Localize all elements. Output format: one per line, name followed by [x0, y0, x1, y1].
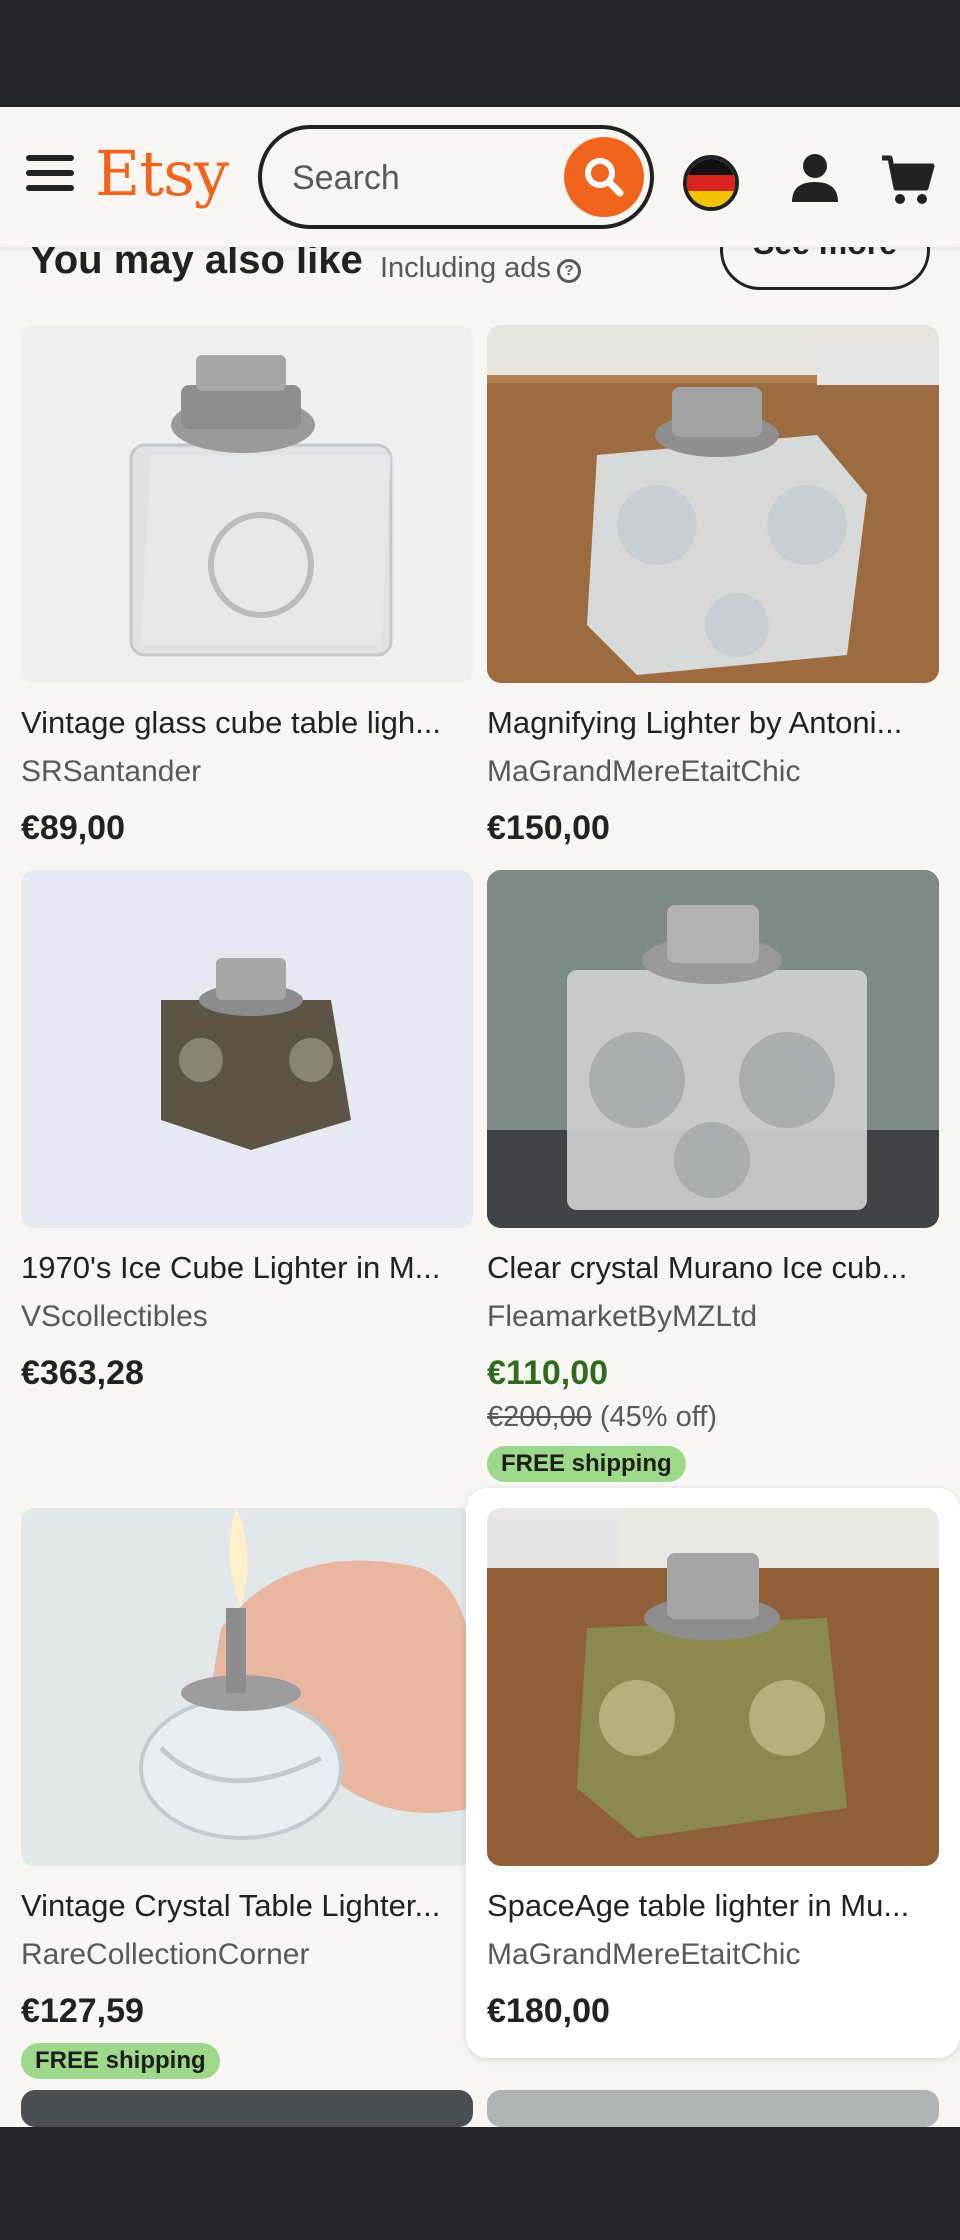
info-icon[interactable]: ? [556, 259, 581, 283]
product-image[interactable] [487, 1508, 939, 1866]
product-title[interactable]: Vintage Crystal Table Lighter... [21, 1888, 473, 1924]
status-bar [0, 0, 960, 107]
search-icon [585, 158, 624, 197]
product-card[interactable]: Vintage Crystal Table Lighter... RareCol… [21, 1508, 473, 2079]
product-image-partial[interactable] [487, 2090, 939, 2127]
product-card-highlighted[interactable]: SpaceAge table lighter in Mu... MaGrandM… [466, 1488, 960, 2058]
product-price: €363,28 [21, 1354, 144, 1392]
sale-price: €110,00 [487, 1354, 609, 1392]
site-header: Etsy Search [0, 107, 960, 247]
product-title[interactable]: Vintage glass cube table ligh... [21, 705, 473, 741]
product-price: €89,00 [21, 809, 125, 847]
cart-icon[interactable] [880, 152, 936, 208]
user-icon[interactable] [790, 152, 840, 206]
original-price: €200,00 (45% off) [487, 1401, 939, 1434]
shop-name[interactable]: MaGrandMereEtaitChic [487, 755, 939, 789]
free-shipping-badge: FREE shipping [21, 2043, 220, 2079]
product-card[interactable]: Magnifying Lighter by Antoni... MaGrandM… [487, 325, 939, 848]
search-input[interactable]: Search [292, 159, 400, 198]
product-image[interactable] [21, 1508, 473, 1866]
product-price: €150,00 [487, 809, 610, 847]
shop-name[interactable]: MaGrandMereEtaitChic [487, 1938, 939, 1972]
search-bar[interactable]: Search [258, 125, 654, 229]
product-title[interactable]: 1970's Ice Cube Lighter in M... [21, 1250, 473, 1286]
product-image[interactable] [21, 870, 473, 1228]
etsy-logo[interactable]: Etsy [95, 137, 229, 210]
product-title[interactable]: Magnifying Lighter by Antoni... [487, 705, 939, 741]
shop-name[interactable]: FleamarketByMZLtd [487, 1300, 939, 1334]
search-button[interactable] [564, 137, 644, 217]
section-subtitle: Including ads? [380, 252, 581, 285]
product-title[interactable]: SpaceAge table lighter in Mu... [487, 1888, 939, 1924]
navigation-bar [0, 2127, 960, 2240]
product-title[interactable]: Clear crystal Murano Ice cub... [487, 1250, 939, 1286]
free-shipping-badge: FREE shipping [487, 1446, 686, 1482]
product-price: €180,00 [487, 1992, 610, 2030]
original-price-value: €200,00 [487, 1401, 592, 1433]
discount-label: (45% off) [599, 1401, 718, 1433]
product-image[interactable] [487, 325, 939, 683]
shop-name[interactable]: VScollectibles [21, 1300, 473, 1334]
shop-name[interactable]: RareCollectionCorner [21, 1938, 473, 1972]
product-image-partial[interactable] [21, 2090, 473, 2127]
product-card[interactable]: Vintage glass cube table ligh... SRSanta… [21, 325, 473, 848]
product-card[interactable]: 1970's Ice Cube Lighter in M... VScollec… [21, 870, 473, 1393]
germany-flag-icon[interactable] [683, 155, 739, 211]
product-card[interactable]: Clear crystal Murano Ice cub... Fleamark… [487, 870, 939, 1482]
menu-icon[interactable] [26, 155, 74, 195]
product-image[interactable] [487, 870, 939, 1228]
product-image[interactable] [21, 325, 473, 683]
product-price: €127,59 [21, 1992, 144, 2030]
ads-label: Including ads [380, 252, 551, 284]
shop-name[interactable]: SRSantander [21, 755, 473, 789]
